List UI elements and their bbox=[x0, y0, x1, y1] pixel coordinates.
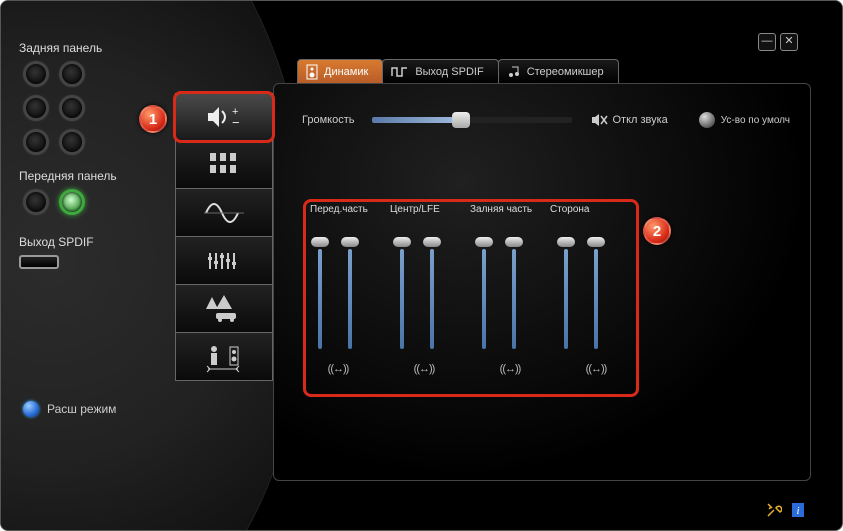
minimize-button[interactable]: — bbox=[758, 33, 776, 51]
nav-volume[interactable]: + − bbox=[175, 93, 273, 141]
jack-rear-4[interactable] bbox=[59, 95, 85, 121]
tab-spdif[interactable]: Выход SPDIF bbox=[382, 59, 498, 83]
volume-slider[interactable] bbox=[372, 117, 572, 123]
nav-room-correction[interactable] bbox=[175, 333, 273, 381]
close-button[interactable]: ✕ bbox=[780, 33, 798, 51]
app-window: — ✕ Задняя панель Передняя панель Выход … bbox=[0, 0, 843, 531]
advanced-mode-button[interactable]: Расш режим bbox=[23, 401, 116, 417]
blue-sphere-icon bbox=[23, 401, 39, 417]
volume-label: Громкость bbox=[302, 114, 354, 126]
trees-car-icon bbox=[202, 293, 246, 325]
left-panel: Задняя панель Передняя панель Выход SPDI… bbox=[19, 41, 154, 269]
tools-icon[interactable] bbox=[766, 502, 782, 518]
pan-side[interactable]: ((↔)) bbox=[578, 363, 614, 375]
nav-sine[interactable] bbox=[175, 189, 273, 237]
jack-rear-6[interactable] bbox=[59, 129, 85, 155]
slider-rear-l[interactable] bbox=[478, 237, 490, 349]
tab-label: Динамик bbox=[324, 66, 368, 78]
tab-stereomix[interactable]: Стереомикшер bbox=[498, 59, 619, 83]
top-tabs: Динамик Выход SPDIF Стереомикшер bbox=[297, 59, 618, 83]
pan-rear[interactable]: ((↔)) bbox=[492, 363, 528, 375]
person-speaker-icon bbox=[202, 341, 246, 373]
channel-headers: Перед.часть Центр/LFE Залняя часть Сторо… bbox=[308, 202, 638, 225]
jack-rear-1[interactable] bbox=[23, 61, 49, 87]
window-controls: — ✕ bbox=[758, 33, 798, 51]
chan-header-side: Сторона bbox=[550, 204, 630, 215]
jack-rear-5[interactable] bbox=[23, 129, 49, 155]
volume-thumb[interactable] bbox=[452, 112, 470, 128]
tab-label: Выход SPDIF bbox=[415, 66, 483, 78]
tab-speaker[interactable]: Динамик bbox=[297, 59, 383, 83]
chan-header-rear: Залняя часть bbox=[470, 204, 550, 215]
mute-icon bbox=[590, 113, 608, 127]
slider-center[interactable] bbox=[396, 237, 408, 349]
mute-label: Откл звука bbox=[612, 114, 667, 126]
callout-badge-1: 1 bbox=[139, 105, 167, 133]
callout-badge-2: 2 bbox=[643, 217, 671, 245]
spdif-label: Выход SPDIF bbox=[19, 235, 154, 249]
svg-text:i: i bbox=[796, 505, 799, 517]
rear-panel-label: Задняя панель bbox=[19, 41, 154, 55]
music-note-icon bbox=[507, 65, 521, 79]
grey-sphere-icon bbox=[699, 112, 715, 128]
default-device-button[interactable]: Ус-во по умолч bbox=[699, 112, 790, 128]
default-device-label: Ус-во по умолч bbox=[721, 115, 790, 126]
nav-environment[interactable] bbox=[175, 285, 273, 333]
front-panel-label: Передняя панель bbox=[19, 169, 154, 183]
info-icon[interactable]: i bbox=[790, 502, 806, 518]
nav-equalizer[interactable] bbox=[175, 237, 273, 285]
jack-front-2-active[interactable] bbox=[59, 189, 85, 215]
square-wave-icon bbox=[391, 66, 409, 78]
jack-rear-3[interactable] bbox=[23, 95, 49, 121]
mute-button[interactable]: Откл звука bbox=[590, 113, 667, 127]
channel-panel: Перед.часть Центр/LFE Залняя часть Сторо… bbox=[308, 202, 638, 394]
side-mode-nav: + − bbox=[175, 93, 273, 381]
chan-header-front: Перед.часть bbox=[310, 204, 390, 215]
sine-wave-icon bbox=[202, 199, 246, 227]
slider-front-r[interactable] bbox=[344, 237, 356, 349]
tab-label: Стереомикшер bbox=[527, 66, 604, 78]
slider-side-l[interactable] bbox=[560, 237, 572, 349]
pan-front[interactable]: ((↔)) bbox=[320, 363, 356, 375]
nav-speaker-config[interactable] bbox=[175, 141, 273, 189]
slider-side-r[interactable] bbox=[590, 237, 602, 349]
speaker-icon bbox=[306, 64, 318, 80]
slider-front-l[interactable] bbox=[314, 237, 326, 349]
chan-header-center: Центр/LFE bbox=[390, 204, 470, 215]
main-panel: Громкость Откл звука Ус-во по умолч Пере… bbox=[273, 83, 811, 481]
jack-rear-2[interactable] bbox=[59, 61, 85, 87]
spdif-port[interactable] bbox=[19, 255, 59, 269]
jack-front-1[interactable] bbox=[23, 189, 49, 215]
tools-tray: i bbox=[766, 502, 806, 518]
slider-rear-r[interactable] bbox=[508, 237, 520, 349]
slider-lfe[interactable] bbox=[426, 237, 438, 349]
pan-center[interactable]: ((↔)) bbox=[406, 363, 442, 375]
svg-text:−: − bbox=[232, 115, 240, 130]
equalizer-icon bbox=[202, 247, 246, 275]
advanced-mode-label: Расш режим bbox=[47, 402, 116, 416]
speaker-grid-icon bbox=[204, 149, 244, 181]
speaker-plus-minus-icon: + − bbox=[202, 103, 246, 131]
